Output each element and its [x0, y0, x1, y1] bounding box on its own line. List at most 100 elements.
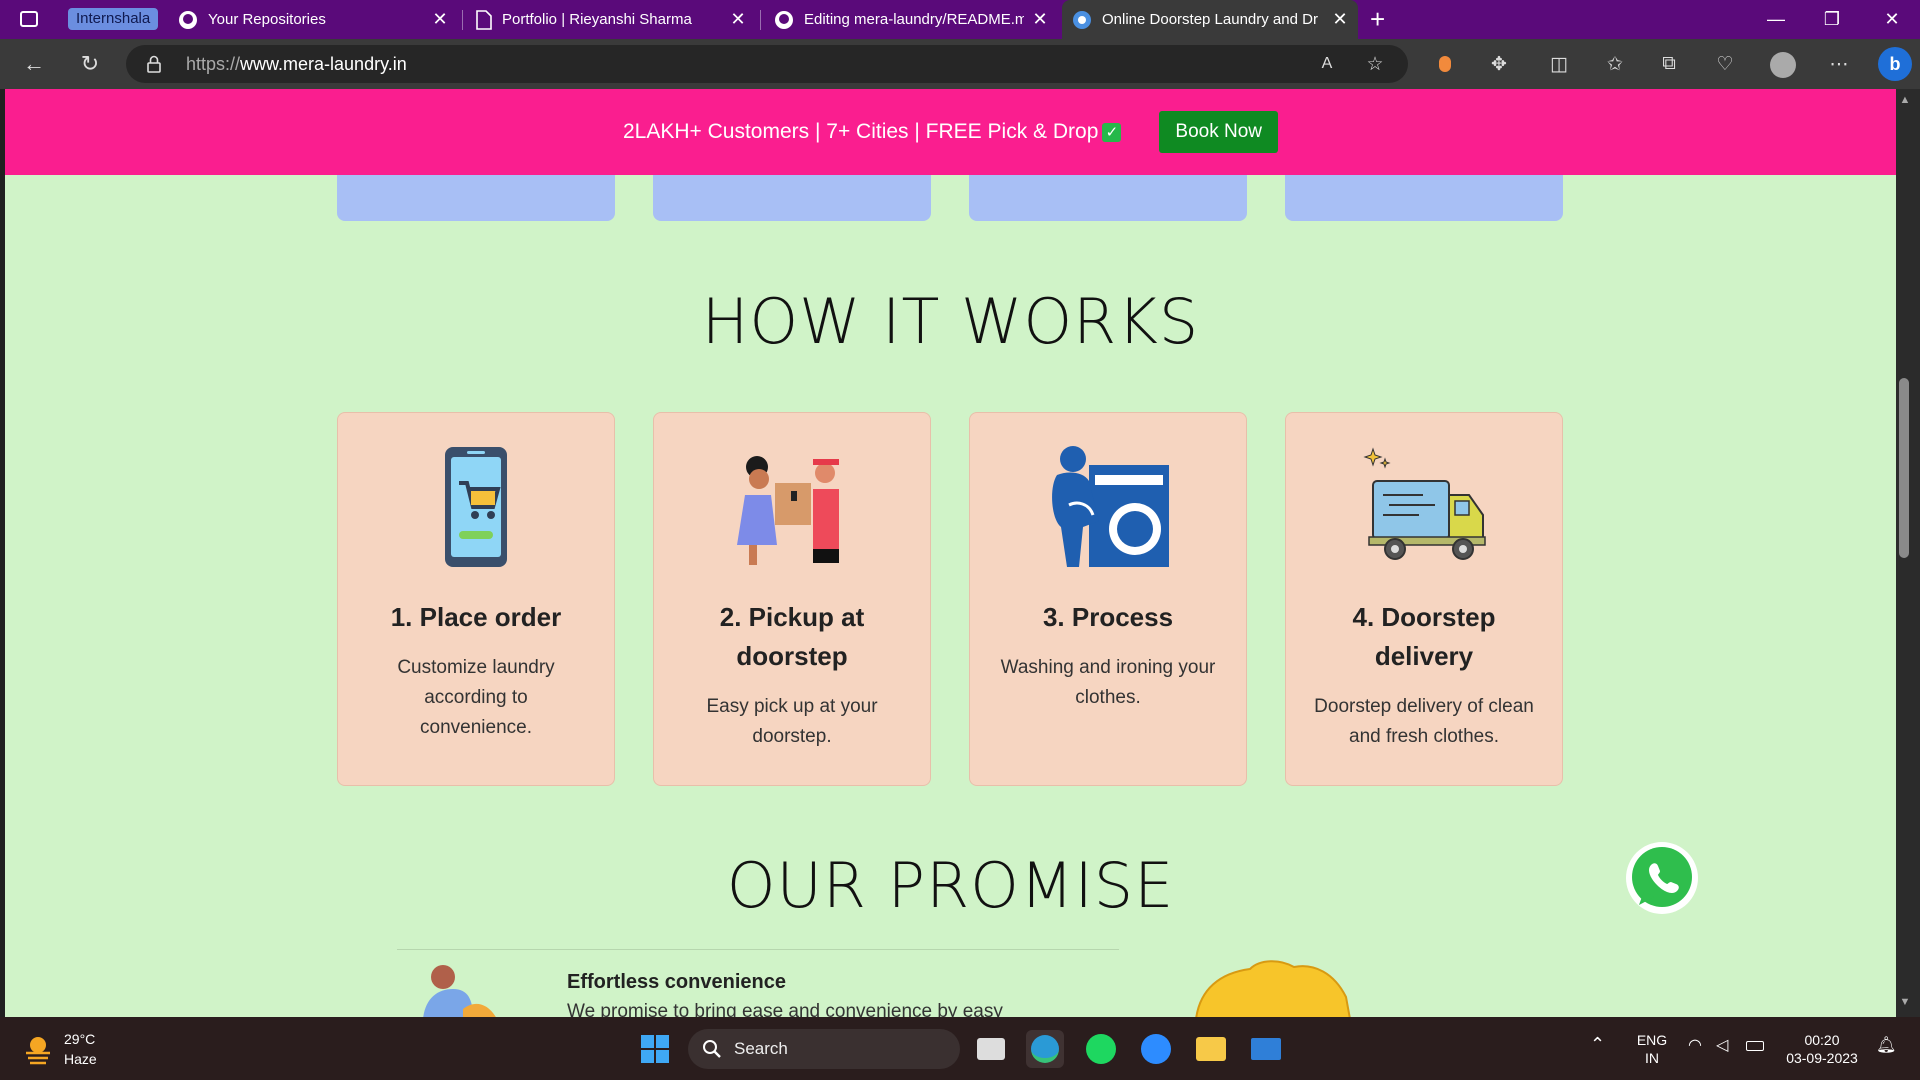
step-title: 4. Doorstep delivery	[1352, 602, 1496, 671]
browser-tab-bar: Internshala Your Repositories ✕ Portfoli…	[0, 0, 1920, 39]
windows-taskbar: 29°C Haze Search ⌃ ENG IN ◠ ◁ 00:20 03-0…	[0, 1017, 1920, 1080]
favorite-star-icon[interactable]: ☆	[1362, 51, 1388, 77]
battery-icon[interactable]	[1746, 1041, 1764, 1051]
region-code: IN	[1645, 1050, 1659, 1066]
step-description: Easy pick up at your doorstep.	[706, 696, 878, 747]
check-icon: ✓	[1102, 122, 1122, 142]
step-title: 3. Process	[1042, 602, 1174, 632]
back-button[interactable]: ←	[16, 46, 52, 82]
cartoon-hair-illustration	[1195, 960, 1351, 1017]
github-icon	[775, 10, 793, 29]
tab-title: Online Doorstep Laundry and Dr	[1102, 11, 1318, 28]
page-viewport: 2LAKH+ Customers | 7+ Cities | FREE Pick…	[5, 89, 1896, 1017]
extension-icon[interactable]	[1432, 51, 1458, 77]
tab-title: Your Repositories	[208, 11, 326, 28]
promo-banner: 2LAKH+ Customers | 7+ Cities | FREE Pick…	[5, 89, 1896, 175]
lock-icon	[147, 55, 161, 73]
mail-icon[interactable]	[1247, 1030, 1285, 1068]
scroll-down-arrow[interactable]: ▼	[1898, 996, 1912, 1008]
tab-group-chip[interactable]: Internshala	[68, 8, 159, 30]
washing-machine-icon	[1052, 446, 1169, 567]
close-icon[interactable]: ✕	[1332, 9, 1348, 30]
whatsapp-icon[interactable]	[1625, 841, 1699, 915]
spotify-icon[interactable]	[1082, 1030, 1120, 1068]
language-code: ENG	[1636, 1032, 1668, 1048]
language-indicator[interactable]: ENG IN	[1632, 1031, 1672, 1067]
windows-start-icon[interactable]	[636, 1030, 674, 1068]
address-toolbar: ← ↻ https://www.mera-laundry.in A ☆ ✥ ◫ …	[0, 39, 1920, 89]
collections-icon[interactable]: ⧉	[1656, 51, 1682, 77]
url-text: https://www.mera-laundry.in	[186, 54, 407, 74]
tab-editing-readme[interactable]: Editing mera-laundry/README.m ✕	[764, 0, 1058, 39]
read-aloud-icon[interactable]: A	[1314, 51, 1340, 77]
profile-avatar[interactable]	[1770, 52, 1796, 78]
refresh-button[interactable]: ↻	[72, 46, 108, 82]
zoom-icon[interactable]	[1137, 1030, 1175, 1068]
restore-button[interactable]: ❐	[1804, 0, 1860, 39]
more-options-icon[interactable]: ⋯	[1826, 51, 1852, 77]
step-card: 1. Place order Customize laundry accordi…	[337, 412, 615, 786]
browser-essentials-icon[interactable]: ♡	[1712, 51, 1738, 77]
step-description: Doorstep delivery of clean and fresh clo…	[1314, 696, 1534, 747]
edge-browser-icon[interactable]	[1026, 1030, 1064, 1068]
haze-weather-icon	[26, 1037, 50, 1065]
tab-title: Portfolio | Rieyanshi Sharma	[502, 11, 692, 28]
banner-text: 2LAKH+ Customers | 7+ Cities | FREE Pick…	[622, 120, 1099, 143]
clock[interactable]: 00:20 03-09-2023	[1782, 1031, 1862, 1067]
github-icon	[179, 10, 197, 29]
copilot-icon[interactable]: b	[1878, 47, 1912, 81]
favorites-icon[interactable]: ✩	[1602, 51, 1628, 77]
delivery-truck-icon	[1363, 447, 1486, 560]
how-it-works-heading: HOW IT WORKS	[701, 285, 1200, 358]
search-label: Search	[734, 1039, 788, 1058]
volume-icon[interactable]: ◁	[1716, 1037, 1728, 1055]
promise-item-title: Effortless convenience	[567, 971, 786, 993]
clock-date: 03-09-2023	[1786, 1050, 1858, 1066]
tab-mera-laundry[interactable]: Online Doorstep Laundry and Dr ✕	[1062, 0, 1358, 39]
relaxing-person-illustration	[423, 965, 496, 1017]
book-now-button[interactable]: Book Now	[1159, 111, 1278, 153]
tab-actions-icon[interactable]	[20, 11, 38, 27]
split-screen-icon[interactable]: ◫	[1546, 51, 1572, 77]
file-explorer-icon[interactable]	[1192, 1030, 1230, 1068]
step-card: 2. Pickup at doorstep Easy pick up at yo…	[653, 412, 931, 786]
close-icon[interactable]: ✕	[1032, 9, 1048, 30]
wifi-icon[interactable]: ◠	[1688, 1037, 1702, 1055]
weather-widget[interactable]: 29°C Haze	[22, 1029, 97, 1069]
search-icon	[703, 1040, 721, 1058]
tab-title: Editing mera-laundry/README.m	[804, 11, 1024, 28]
close-window-button[interactable]: ✕	[1864, 0, 1920, 39]
extensions-puzzle-icon[interactable]: ✥	[1486, 51, 1512, 77]
tab-separator	[462, 10, 463, 30]
document-icon	[476, 9, 492, 30]
divider	[397, 949, 1119, 950]
notifications-icon[interactable]: 🔔︎	[1876, 1037, 1896, 1055]
step-title: 2. Pickup at doorstep	[719, 602, 865, 671]
weather-condition: Haze	[64, 1051, 97, 1067]
new-tab-button[interactable]: +	[1370, 4, 1385, 35]
pickup-handover-icon	[737, 456, 839, 565]
address-bar[interactable]: https://www.mera-laundry.in A ☆	[126, 45, 1408, 83]
show-hidden-icons[interactable]: ⌃	[1590, 1035, 1605, 1053]
scrollbar-thumb[interactable]	[1899, 378, 1909, 558]
tab-portfolio[interactable]: Portfolio | Rieyanshi Sharma ✕	[466, 0, 756, 39]
scroll-up-arrow[interactable]: ▲	[1898, 94, 1912, 106]
task-view-icon[interactable]	[972, 1030, 1010, 1068]
shopping-cart-phone-icon	[445, 447, 507, 567]
laundry-site-icon	[1073, 10, 1091, 29]
step-title: 1. Place order	[390, 602, 562, 632]
close-icon[interactable]: ✕	[730, 9, 746, 30]
step-description: Washing and ironing your clothes.	[1000, 657, 1216, 708]
our-promise-heading: OUR PROMISE	[726, 849, 1175, 922]
minimize-button[interactable]: —	[1748, 0, 1804, 39]
close-icon[interactable]: ✕	[432, 9, 448, 30]
step-card: 4. Doorstep delivery Doorstep delivery o…	[1285, 412, 1563, 786]
tab-your-repositories[interactable]: Your Repositories ✕	[168, 0, 458, 39]
step-card: 3. Process Washing and ironing your clot…	[969, 412, 1247, 786]
taskbar-search[interactable]: Search	[688, 1029, 960, 1069]
weather-temperature: 29°C	[64, 1031, 96, 1047]
step-description: Customize laundry according to convenien…	[397, 657, 555, 738]
tab-separator	[760, 10, 761, 30]
promise-item-description: We promise to bring ease and convenience…	[567, 1001, 1003, 1017]
clock-time: 00:20	[1804, 1032, 1840, 1048]
